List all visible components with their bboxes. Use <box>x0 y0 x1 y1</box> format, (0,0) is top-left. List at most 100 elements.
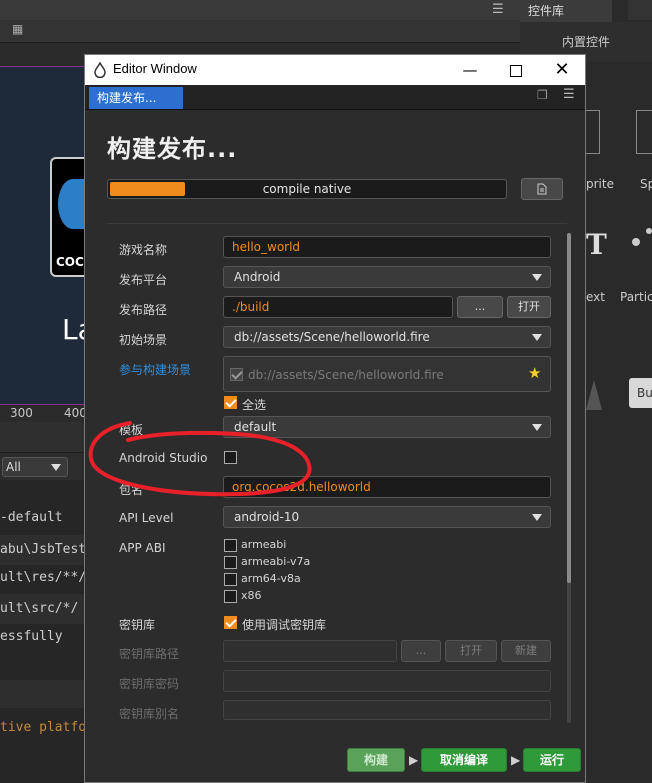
package-name-label: 包名 <box>119 483 144 497</box>
document-icon <box>537 183 547 195</box>
widget-label: Sp <box>640 177 652 191</box>
build-scene-item: db://assets/Scene/helloworld.fire <box>248 368 444 382</box>
template-label: 模板 <box>119 423 144 437</box>
api-level-label: API Level <box>119 511 174 525</box>
abi-option-label: arm64-v8a <box>241 572 301 585</box>
android-studio-label: Android Studio <box>119 451 208 465</box>
template-select[interactable]: default <box>223 416 551 438</box>
abi-arm64-v8a-checkbox[interactable] <box>224 573 237 586</box>
build-path-open-button[interactable]: 打开 <box>507 296 551 318</box>
console-line: ult\res/**/ <box>0 570 87 585</box>
build-progress-bar: compile native <box>107 179 507 199</box>
cancel-compile-button[interactable]: 取消编译 <box>421 748 507 772</box>
build-path-browse-button[interactable]: ... <box>457 296 503 318</box>
build-scenes-list: db://assets/Scene/helloworld.fire ★ <box>223 356 551 392</box>
abi-option-label: armeabi-v7a <box>241 555 311 568</box>
abi-armeabi-v7a-checkbox[interactable] <box>224 556 237 569</box>
star-icon[interactable]: ★ <box>528 364 541 382</box>
maximize-button[interactable] <box>493 55 539 85</box>
build-scenes-label[interactable]: 参与构建场景 <box>119 361 191 378</box>
minimize-button[interactable]: — <box>447 55 493 85</box>
platform-select[interactable]: Android <box>223 266 551 288</box>
menu-icon[interactable]: ☰ <box>492 2 504 17</box>
popout-icon[interactable]: ❐ <box>537 88 548 102</box>
page-title: 构建发布... <box>107 135 238 163</box>
sprite-splash-widget-icon[interactable] <box>636 110 652 154</box>
package-name-input[interactable]: org.cocos2d.helloworld <box>223 476 551 498</box>
console-line: essfully <box>0 629 63 644</box>
editor-window: Editor Window — ✕ 构建发布... ❐ ☰ 构建发布... co… <box>84 54 586 783</box>
grid-icon[interactable]: ▦ <box>12 22 23 36</box>
keystore-alias-input[interactable] <box>223 700 551 720</box>
android-studio-checkbox[interactable] <box>224 451 237 464</box>
arrow-right-icon: ▶ <box>409 753 419 767</box>
start-scene-select[interactable]: db://assets/Scene/helloworld.fire <box>223 326 551 348</box>
game-name-label: 游戏名称 <box>119 243 168 257</box>
menu-icon[interactable]: ☰ <box>563 87 575 102</box>
keystore-path-input[interactable] <box>223 640 397 662</box>
chevron-down-icon <box>532 274 542 281</box>
console-header: All <box>0 452 86 481</box>
label-widget-icon[interactable]: T <box>586 228 607 261</box>
form-scrollbar[interactable] <box>567 233 571 723</box>
start-scene-label: 初始场景 <box>119 333 168 347</box>
tab-widget-library[interactable]: 控件库 <box>520 0 612 22</box>
abi-option-label: armeabi <box>241 538 287 551</box>
maximize-icon <box>510 64 522 77</box>
chevron-down-icon <box>532 514 542 521</box>
console-log: -default abu\JsbTest ult\res/**/ ult\src… <box>0 480 86 783</box>
arrow-right-icon: ▶ <box>511 753 521 767</box>
keystore-browse-button[interactable]: ... <box>401 640 441 662</box>
console-line: -default <box>0 510 63 525</box>
editor-top-bar <box>0 0 520 21</box>
close-button[interactable]: ✕ <box>539 55 585 85</box>
button-widget-icon[interactable]: Bu <box>629 378 652 408</box>
app-abi-label: APP ABI <box>119 541 166 555</box>
select-all-label: 全选 <box>242 398 267 412</box>
widget-label: ext <box>586 290 605 304</box>
window-title: Editor Window <box>113 61 197 76</box>
build-path-input[interactable]: ./build <box>223 296 453 318</box>
chevron-down-icon <box>51 464 61 471</box>
scene-ruler: 300 400 <box>0 404 87 423</box>
use-debug-keystore-checkbox[interactable] <box>224 616 237 629</box>
build-button[interactable]: 构建 <box>347 748 405 772</box>
run-button[interactable]: 运行 <box>523 748 581 772</box>
abi-armeabi-checkbox[interactable] <box>224 539 237 552</box>
tab-build-publish[interactable]: 构建发布... <box>89 87 183 109</box>
editor-toolbar: ▦ <box>0 20 520 43</box>
game-name-input[interactable]: hello_world <box>223 236 551 258</box>
cocos-drop-icon <box>94 62 106 78</box>
platform-label: 发布平台 <box>119 273 168 287</box>
keystore-new-button[interactable]: 新建 <box>501 640 551 662</box>
chevron-down-icon <box>532 424 542 431</box>
abi-x86-checkbox[interactable] <box>224 590 237 603</box>
keystore-password-input[interactable] <box>223 670 551 692</box>
scene-view: COCO La <box>0 66 95 405</box>
build-settings-form: 游戏名称 hello_world 发布平台 Android 发布路径 ./bui… <box>107 223 567 724</box>
console-filter-select[interactable]: All <box>2 457 68 477</box>
build-scene-checkbox[interactable] <box>230 368 243 381</box>
console-line: ult\src/*/ <box>0 594 86 624</box>
window-tab-bar: 构建发布... ❐ ☰ <box>85 85 585 110</box>
build-path-label: 发布路径 <box>119 303 168 317</box>
particle-widget-icon[interactable] <box>632 238 640 246</box>
console-line: tive platfo <box>0 720 87 735</box>
select-all-checkbox[interactable] <box>224 396 237 409</box>
chevron-down-icon <box>532 334 542 341</box>
widget-label: prite <box>586 177 614 191</box>
keystore-label: 密钥库 <box>119 618 156 632</box>
scrollbar-thumb[interactable] <box>567 233 571 583</box>
keystore-path-label: 密钥库路径 <box>119 647 180 661</box>
keystore-password-label: 密钥库密码 <box>119 677 180 691</box>
keystore-alias-label: 密钥库别名 <box>119 707 180 721</box>
progress-status-text: compile native <box>262 182 352 196</box>
abi-option-label: x86 <box>241 589 262 602</box>
api-level-select[interactable]: android-10 <box>223 506 551 528</box>
console-line: abu\JsbTest <box>0 535 86 565</box>
build-log-button[interactable] <box>521 178 563 200</box>
window-titlebar: Editor Window — ✕ <box>85 55 585 85</box>
keystore-open-button[interactable]: 打开 <box>445 640 497 662</box>
use-debug-keystore-label: 使用调试密钥库 <box>242 618 327 632</box>
widget-label: Partic <box>620 290 652 304</box>
